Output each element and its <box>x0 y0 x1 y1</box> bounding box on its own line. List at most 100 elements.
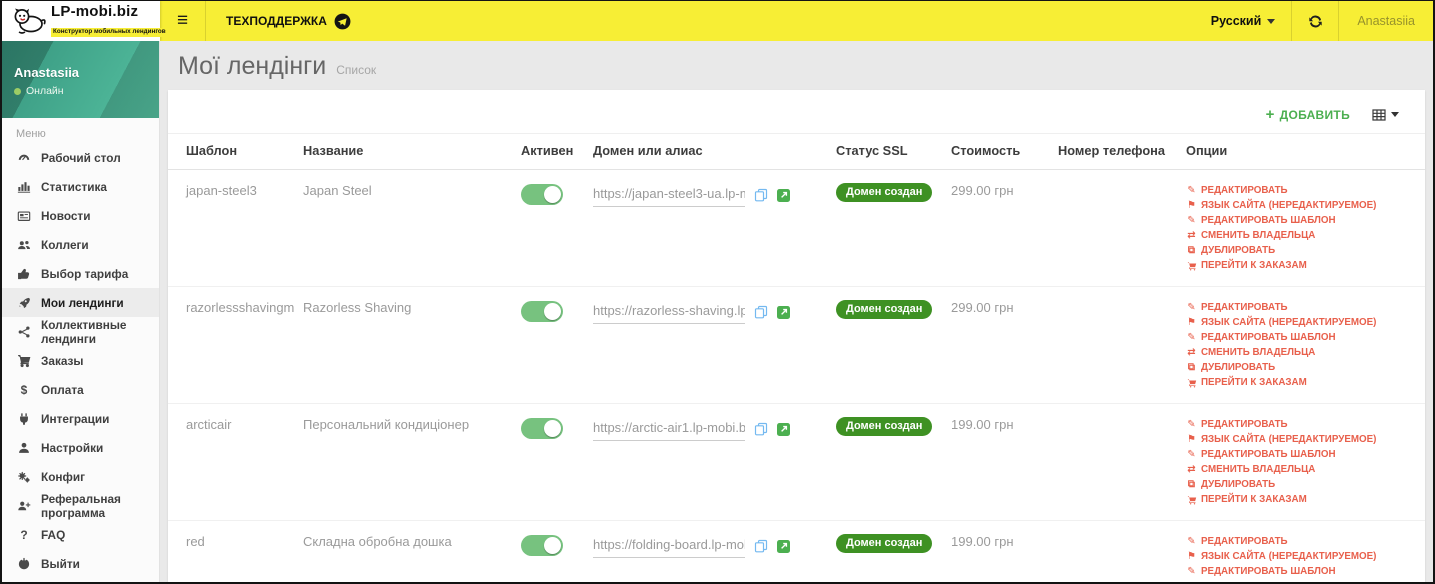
question-icon: ? <box>20 527 28 542</box>
option-edit-template-link[interactable]: ✎ РЕДАКТИРОВАТЬ ШАБЛОН <box>1186 213 1417 228</box>
dog-logo-icon <box>14 8 46 34</box>
header-template: Шаблон <box>168 133 295 170</box>
phone-cell <box>1050 169 1178 287</box>
option-edit-template-link[interactable]: ✎ РЕДАКТИРОВАТЬ ШАБЛОН <box>1186 564 1417 579</box>
open-site-icon[interactable] <box>777 188 790 202</box>
chevron-down-icon <box>1267 18 1276 24</box>
edit-icon: ✎ <box>1187 302 1196 313</box>
support-link[interactable]: ТЕХПОДДЕРЖКА <box>206 1 371 41</box>
active-toggle[interactable] <box>521 301 563 322</box>
sidebar-item-orders[interactable]: Заказы <box>2 346 159 375</box>
option-orders-link[interactable]: ПЕРЕЙТИ К ЗАКАЗАМ <box>1186 492 1417 507</box>
power-icon <box>16 557 32 571</box>
flag-icon: ⚑ <box>1187 434 1196 445</box>
ssl-status-badge: Домен создан <box>836 534 933 553</box>
sidebar-item-dashboard[interactable]: Рабочий стол <box>2 143 159 172</box>
brand-tagline: Конструктор мобильных лендингов <box>51 28 168 38</box>
sidebar-item-collective-landings[interactable]: Коллективные лендинги <box>2 317 159 346</box>
open-site-icon[interactable] <box>777 539 790 553</box>
option-change-owner-link[interactable]: ⇄СМЕНИТЬ ВЛАДЕЛЬЦА <box>1186 462 1417 477</box>
active-toggle[interactable] <box>521 535 563 556</box>
domain-input[interactable] <box>593 300 745 324</box>
hamburger-menu-icon[interactable]: ≡ <box>160 1 206 41</box>
option-change-owner-link[interactable]: ⇄СМЕНИТЬ ВЛАДЕЛЬЦА <box>1186 345 1417 360</box>
sidebar-username: Anastasiia <box>14 65 80 80</box>
refresh-button[interactable] <box>1292 1 1338 41</box>
option-edit-link[interactable]: ✎ РЕДАКТИРОВАТЬ <box>1186 183 1417 198</box>
sidebar: Anastasiia Онлайн Меню Рабочий стол Стат… <box>2 41 160 582</box>
open-site-icon[interactable] <box>777 305 790 319</box>
topbar-username[interactable]: Anastasiia <box>1339 1 1433 41</box>
duplicate-icon: ⧉ <box>1187 245 1196 256</box>
domain-input[interactable] <box>593 417 745 441</box>
option-language-link[interactable]: ⚑ ЯЗЫК САЙТА (НЕРЕДАКТИРУЕМОЕ) <box>1186 432 1417 447</box>
copy-domain-icon[interactable] <box>754 422 768 436</box>
sidebar-item-tariff[interactable]: Выбор тарифа <box>2 259 159 288</box>
brand-logo[interactable]: LP-mobi.biz Конструктор мобильных лендин… <box>2 1 168 41</box>
domain-input[interactable] <box>593 183 745 207</box>
sidebar-menu: Рабочий стол Статистика Новости Коллеги … <box>2 143 159 582</box>
option-duplicate-link[interactable]: ⧉ ДУБЛИРОВАТЬ <box>1186 243 1417 258</box>
option-edit-link[interactable]: ✎ РЕДАКТИРОВАТЬ <box>1186 534 1417 549</box>
copy-domain-icon[interactable] <box>754 539 768 553</box>
bar-chart-icon <box>16 180 32 194</box>
price-cell: 299.00 грн <box>943 169 1050 287</box>
option-language-link[interactable]: ⚑ ЯЗЫК САЙТА (НЕРЕДАКТИРУЕМОЕ) <box>1186 315 1417 330</box>
option-orders-link[interactable]: ПЕРЕЙТИ К ЗАКАЗАМ <box>1186 375 1417 390</box>
option-change-owner-link[interactable]: ⇄СМЕНИТЬ ВЛАДЕЛЬЦА <box>1186 579 1417 582</box>
option-language-link[interactable]: ⚑ ЯЗЫК САЙТА (НЕРЕДАКТИРУЕМОЕ) <box>1186 549 1417 564</box>
sidebar-item-payment[interactable]: $ Оплата <box>2 375 159 404</box>
cart-icon <box>1186 261 1197 271</box>
sidebar-item-statistics[interactable]: Статистика <box>2 172 159 201</box>
option-duplicate-link[interactable]: ⧉ ДУБЛИРОВАТЬ <box>1186 360 1417 375</box>
option-orders-link[interactable]: ПЕРЕЙТИ К ЗАКАЗАМ <box>1186 258 1417 273</box>
phone-cell <box>1050 403 1178 521</box>
flag-icon: ⚑ <box>1187 200 1196 211</box>
sidebar-item-news[interactable]: Новости <box>2 201 159 230</box>
copy-domain-icon[interactable] <box>754 188 768 202</box>
topbar: LP-mobi.biz Конструктор мобильных лендин… <box>2 1 1433 41</box>
active-toggle[interactable] <box>521 418 563 439</box>
flag-icon: ⚑ <box>1187 551 1196 562</box>
name-cell: Персональний кондиціонер <box>295 403 513 521</box>
add-button[interactable]: + ДОБАВИТЬ <box>1266 107 1350 122</box>
open-site-icon[interactable] <box>777 422 790 436</box>
sidebar-item-settings[interactable]: Настройки <box>2 433 159 462</box>
columns-toggle-button[interactable] <box>1372 108 1399 122</box>
sidebar-item-my-landings[interactable]: Мои лендинги <box>2 288 159 317</box>
active-toggle[interactable] <box>521 184 563 205</box>
option-edit-template-link[interactable]: ✎ РЕДАКТИРОВАТЬ ШАБЛОН <box>1186 447 1417 462</box>
sidebar-item-logout[interactable]: Выйти <box>2 549 159 578</box>
sidebar-item-referral[interactable]: Реферальная программа <box>2 491 159 520</box>
sidebar-item-faq[interactable]: ? FAQ <box>2 520 159 549</box>
phone-cell <box>1050 286 1178 404</box>
sidebar-item-integrations[interactable]: Интеграции <box>2 404 159 433</box>
option-language-link[interactable]: ⚑ ЯЗЫК САЙТА (НЕРЕДАКТИРУЕМОЕ) <box>1186 198 1417 213</box>
sidebar-user-panel: Anastasiia Онлайн <box>2 41 159 118</box>
domain-input[interactable] <box>593 534 745 558</box>
option-edit-link[interactable]: ✎ РЕДАКТИРОВАТЬ <box>1186 300 1417 315</box>
option-edit-link[interactable]: ✎ РЕДАКТИРОВАТЬ <box>1186 417 1417 432</box>
sidebar-item-colleagues[interactable]: Коллеги <box>2 230 159 259</box>
refresh-icon <box>1309 15 1322 27</box>
option-change-owner-link[interactable]: ⇄СМЕНИТЬ ВЛАДЕЛЬЦА <box>1186 228 1417 243</box>
option-edit-template-link[interactable]: ✎ РЕДАКТИРОВАТЬ ШАБЛОН <box>1186 330 1417 345</box>
option-duplicate-link[interactable]: ⧉ ДУБЛИРОВАТЬ <box>1186 477 1417 492</box>
template-cell: razorlessshavingm <box>168 286 295 404</box>
edit-icon: ✎ <box>1187 566 1196 577</box>
table-row: japan-steel3 Japan Steel Домен созда <box>168 169 1425 287</box>
header-price: Стоимость <box>943 133 1050 170</box>
ssl-status-badge: Домен создан <box>836 300 933 319</box>
table-header-row: Шаблон Название Активен Домен или алиас … <box>168 133 1425 170</box>
edit-icon: ✎ <box>1187 449 1196 460</box>
menu-section-label: Меню <box>16 128 46 140</box>
language-label: Русский <box>1210 14 1262 28</box>
toggle-knob <box>544 537 561 554</box>
sidebar-item-config[interactable]: Конфиг <box>2 462 159 491</box>
language-dropdown[interactable]: Русский <box>1195 1 1292 41</box>
copy-domain-icon[interactable] <box>754 305 768 319</box>
rocket-icon <box>16 296 32 310</box>
users-icon <box>16 238 32 252</box>
cart-icon <box>1186 495 1197 505</box>
brand-name: LP-mobi.biz <box>51 2 139 20</box>
